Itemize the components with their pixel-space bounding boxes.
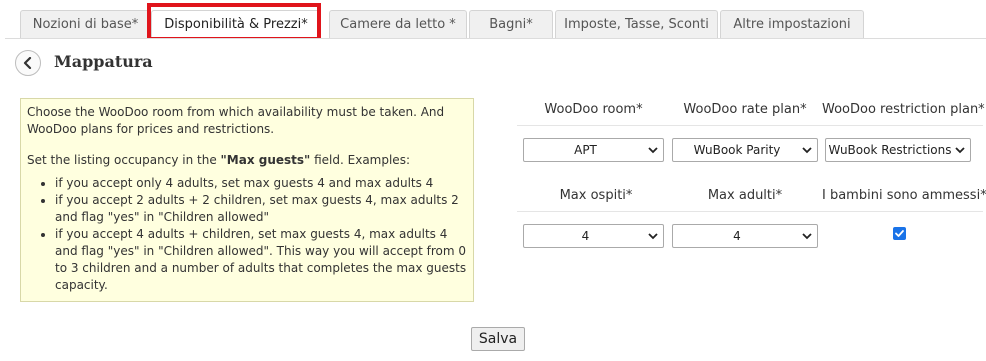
info-bold-text: "Max guests": [220, 153, 311, 167]
info-text: Set the listing occupancy in the: [27, 153, 221, 167]
chevron-down-icon: [648, 233, 658, 240]
tab-taxes-discounts[interactable]: Imposte, Tasse, Sconti: [555, 10, 718, 38]
woodoo-rate-plan-select[interactable]: WuBook Parity: [672, 138, 818, 162]
info-paragraph: Choose the WooDoo room from which availa…: [27, 105, 445, 136]
info-box: Choose the WooDoo room from which availa…: [20, 98, 474, 302]
chevron-down-icon: [802, 233, 812, 240]
chevron-down-icon: [955, 147, 965, 154]
list-item: if you accept 2 adults + 2 children, set…: [55, 192, 467, 226]
info-list: if you accept only 4 adults, set max gue…: [27, 175, 467, 294]
tab-availability-prices[interactable]: Disponibilità & Prezzi*: [151, 10, 321, 38]
select-value: 4: [581, 229, 590, 243]
back-button[interactable]: [15, 50, 41, 76]
tab-basics[interactable]: Nozioni di base*: [20, 10, 151, 38]
children-allowed-label: I bambini sono ammessi*: [822, 188, 986, 203]
chevron-left-icon: [23, 57, 32, 69]
info-paragraph: Set the listing occupancy in the "Max gu…: [27, 152, 467, 169]
divider: [517, 211, 983, 212]
select-value: 4: [733, 229, 741, 243]
page-title: Mappatura: [54, 52, 153, 71]
save-button[interactable]: Salva: [471, 327, 525, 351]
children-allowed-checkbox[interactable]: [893, 227, 906, 240]
list-item: if you accept only 4 adults, set max gue…: [55, 175, 467, 192]
divider: [517, 125, 983, 126]
select-value: WuBook Parity: [693, 143, 781, 157]
chevron-down-icon: [648, 147, 658, 154]
tab-bedrooms[interactable]: Camere da letto *: [329, 10, 467, 38]
woodoo-restriction-plan-label: WooDoo restriction plan*: [822, 102, 985, 117]
woodoo-restriction-plan-select[interactable]: WuBook Restrictions: [825, 138, 971, 162]
woodoo-room-select[interactable]: APT: [523, 138, 664, 162]
max-guests-select[interactable]: 4: [523, 224, 664, 248]
list-item: if you accept 4 adults + children, set m…: [55, 226, 467, 294]
tab-other-settings[interactable]: Altre impostazioni: [720, 10, 864, 38]
max-adults-select[interactable]: 4: [672, 224, 818, 248]
tab-bar: Nozioni di base* Disponibilità & Prezzi*…: [0, 0, 986, 38]
max-adults-label: Max adulti*: [707, 188, 783, 203]
checkmark-icon: [895, 230, 904, 237]
select-value: WuBook Restrictions: [828, 143, 952, 157]
woodoo-rate-plan-label: WooDoo rate plan*: [683, 102, 807, 117]
max-guests-label: Max ospiti*: [559, 188, 633, 203]
woodoo-room-label: WooDoo room*: [544, 102, 643, 117]
select-value: APT: [574, 143, 597, 157]
tab-bathrooms[interactable]: Bagni*: [469, 10, 553, 38]
info-text: field. Examples:: [310, 153, 410, 167]
chevron-down-icon: [802, 147, 812, 154]
